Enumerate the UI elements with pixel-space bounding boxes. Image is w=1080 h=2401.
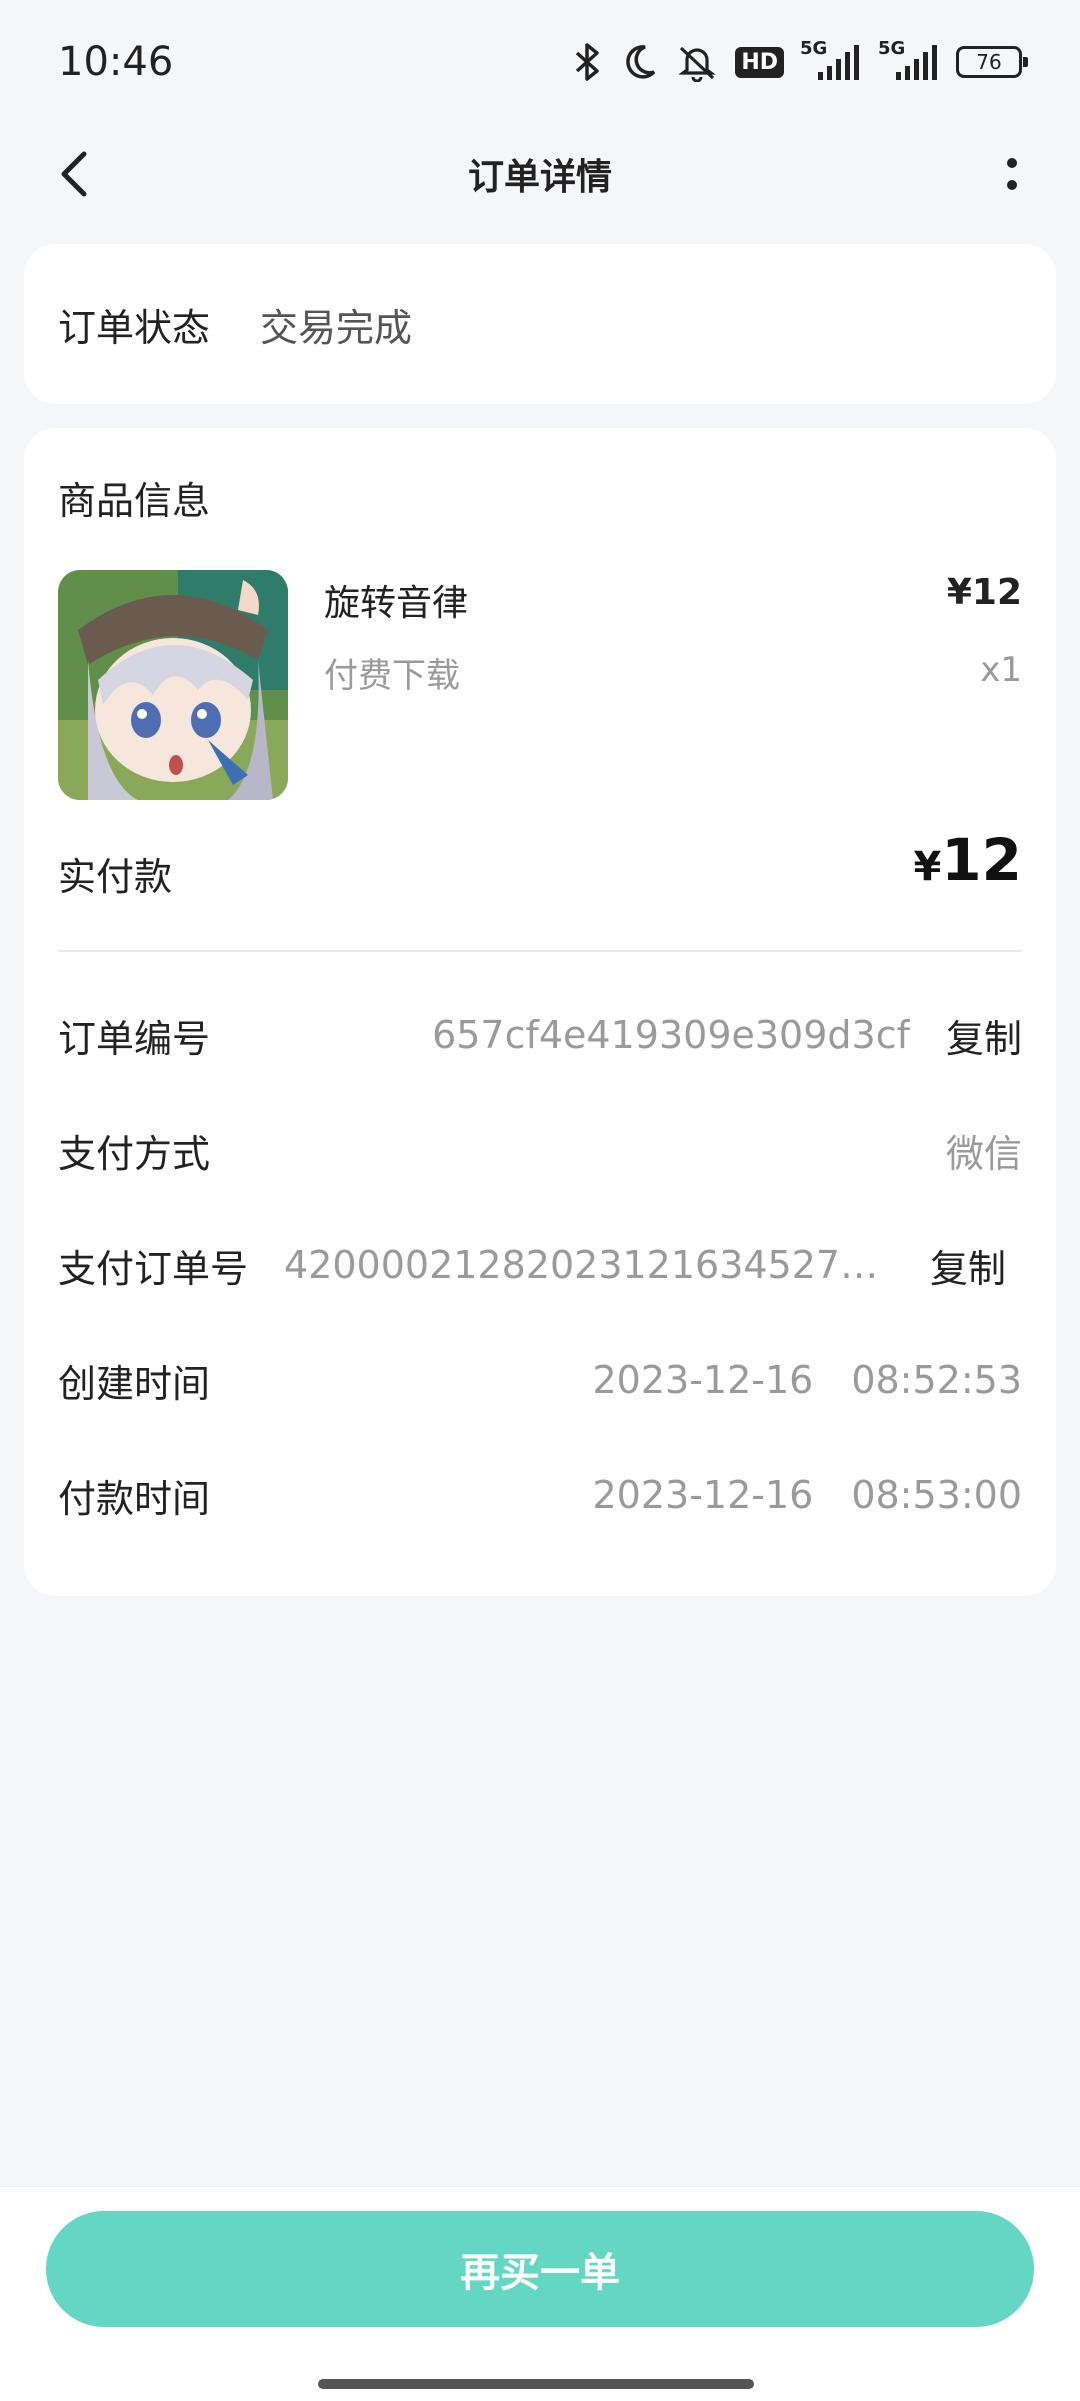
paid-time-label: 付款时间 bbox=[58, 1476, 211, 1521]
currency-symbol: ¥ bbox=[913, 844, 942, 890]
paid-amount-value: 12 bbox=[941, 826, 1022, 894]
paid-amount: ¥12 bbox=[913, 826, 1022, 894]
bottom-action-bar: 再买一单 bbox=[0, 2186, 1080, 2401]
rebuy-button[interactable]: 再买一单 bbox=[46, 2211, 1034, 2327]
paid-time-row: 付款时间 2023-12-16 08:53:00 bbox=[58, 1465, 1022, 1525]
status-time: 10:46 bbox=[58, 39, 174, 85]
more-vertical-icon bbox=[1007, 180, 1017, 190]
back-button[interactable] bbox=[50, 146, 106, 202]
mute-bell-icon bbox=[675, 42, 719, 82]
page-title: 订单详情 bbox=[467, 157, 612, 198]
created-time-row: 创建时间 2023-12-16 08:52:53 bbox=[58, 1350, 1022, 1410]
created-date: 2023-12-16 bbox=[592, 1358, 814, 1402]
copy-order-number-button[interactable]: 复制 bbox=[946, 1008, 1022, 1063]
payment-order-number-label: 支付订单号 bbox=[58, 1246, 249, 1291]
product-price: ¥12 bbox=[946, 572, 1022, 613]
payment-method-label: 支付方式 bbox=[58, 1131, 211, 1176]
paid-time-value: 2023-12-16 08:53:00 bbox=[592, 1473, 1022, 1517]
product-name[interactable]: 旋转音律 bbox=[324, 574, 468, 626]
signal-icon: 5G bbox=[878, 38, 940, 82]
product-type: 付费下载 bbox=[324, 656, 460, 696]
payment-method-row: 支付方式 微信 bbox=[58, 1120, 1022, 1180]
signal-icon: 5G bbox=[800, 38, 862, 82]
hd-badge: HD bbox=[735, 46, 784, 78]
network-type-label: 5G bbox=[800, 38, 828, 59]
created-clock: 08:52:53 bbox=[851, 1358, 1022, 1402]
chevron-left-icon bbox=[61, 151, 87, 197]
network-type-label: 5G bbox=[878, 38, 906, 59]
more-vertical-icon bbox=[1007, 158, 1017, 168]
order-status-label: 订单状态 bbox=[58, 305, 211, 350]
order-status-value: 交易完成 bbox=[260, 305, 413, 350]
product-thumbnail[interactable] bbox=[58, 570, 288, 800]
order-status-card: 订单状态 交易完成 bbox=[24, 244, 1056, 404]
paid-clock: 08:53:00 bbox=[851, 1473, 1022, 1517]
order-detail-card: 商品信息 旋转音律 付费下载 ¥12 x1 实付款 ¥12 订单编号 657cf… bbox=[24, 428, 1056, 1596]
product-section-title: 商品信息 bbox=[58, 479, 211, 523]
more-button[interactable] bbox=[984, 146, 1040, 202]
battery-icon: 76 bbox=[956, 46, 1028, 78]
status-bar: 10:46 HD 5G 5G 76 bbox=[0, 0, 1080, 124]
payment-method-value: 微信 bbox=[945, 1131, 1022, 1176]
created-time-label: 创建时间 bbox=[58, 1361, 211, 1406]
moon-icon bbox=[621, 42, 659, 82]
nav-bar: 订单详情 bbox=[0, 124, 1080, 224]
game-thumbnail-image bbox=[58, 570, 288, 800]
order-number-row: 订单编号 657cf4e419309e309d3cf 复制 bbox=[58, 1005, 1022, 1065]
status-icons: HD 5G 5G 76 bbox=[571, 38, 1028, 82]
paid-date: 2023-12-16 bbox=[592, 1473, 814, 1517]
bluetooth-icon bbox=[571, 42, 605, 82]
order-number-label: 订单编号 bbox=[58, 1016, 211, 1061]
product-quantity: x1 bbox=[980, 650, 1022, 690]
payment-order-number-value: 4200002128202312163452768... bbox=[284, 1243, 895, 1287]
paid-amount-label: 实付款 bbox=[58, 855, 173, 899]
payment-order-number-row: 支付订单号 4200002128202312163452768... 复制 bbox=[58, 1235, 1022, 1295]
created-time-value: 2023-12-16 08:52:53 bbox=[592, 1358, 1022, 1402]
home-indicator[interactable] bbox=[318, 2379, 754, 2389]
divider bbox=[58, 950, 1022, 952]
order-number-value: 657cf4e419309e309d3cf bbox=[432, 1013, 910, 1057]
copy-payment-order-number-button[interactable]: 复制 bbox=[930, 1238, 1006, 1293]
